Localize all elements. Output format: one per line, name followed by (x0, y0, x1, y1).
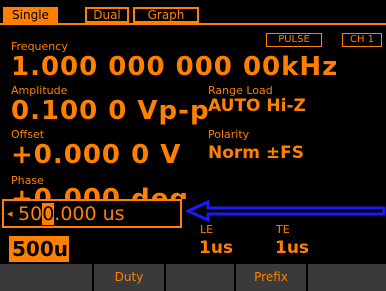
edit-digits-after: .000 us (54, 203, 125, 225)
softkey-duty[interactable]: Duty (94, 264, 166, 291)
phase-label: Phase (11, 174, 44, 187)
phase-value[interactable]: +0.000 deg (11, 186, 189, 199)
frequency-label: Frequency (11, 40, 68, 53)
offset-value[interactable]: +0.000 0 V (11, 142, 181, 168)
softkey-1[interactable] (0, 264, 94, 291)
edit-value: 500.000 us (18, 203, 125, 225)
period-value-box[interactable]: 500us (9, 236, 80, 262)
channel-badge: CH 1 (342, 33, 382, 47)
le-value[interactable]: 1us (199, 240, 233, 257)
annotation-arrow-icon (186, 200, 386, 222)
softkey-5[interactable] (308, 264, 386, 291)
polarity-label: Polarity (208, 128, 250, 141)
offset-label: Offset (11, 128, 45, 141)
value-edit-box[interactable]: ◂ 500.000 us (2, 199, 182, 228)
softkey-prefix[interactable]: Prefix (236, 264, 308, 291)
amplitude-label: Amplitude (11, 84, 68, 97)
phase-value-clip: +0.000 deg (11, 186, 189, 199)
tab-underline (0, 23, 386, 25)
softkey-3[interactable] (166, 264, 236, 291)
period-value: 500us (12, 237, 80, 261)
edit-cursor-digit[interactable]: 0 (42, 203, 55, 225)
le-label: LE (200, 223, 214, 236)
edit-digits-before: 50 (18, 203, 43, 225)
left-arrow-icon: ◂ (7, 207, 13, 220)
range-load-value[interactable]: AUTO Hi-Z (208, 98, 306, 115)
polarity-value[interactable]: Norm ±FS (208, 145, 304, 162)
frequency-value[interactable]: 1.000 000 000 00kHz (11, 54, 338, 80)
tab-graph[interactable]: Graph (133, 7, 199, 23)
tab-dual[interactable]: Dual (85, 7, 129, 23)
te-value[interactable]: 1us (275, 240, 309, 257)
amplitude-value[interactable]: 0.100 0 Vp-p (11, 98, 210, 124)
mode-badge: PULSE (266, 33, 322, 47)
range-load-label: Range Load (208, 84, 273, 97)
te-label: TE (276, 223, 290, 236)
tab-single[interactable]: Single (3, 7, 58, 23)
